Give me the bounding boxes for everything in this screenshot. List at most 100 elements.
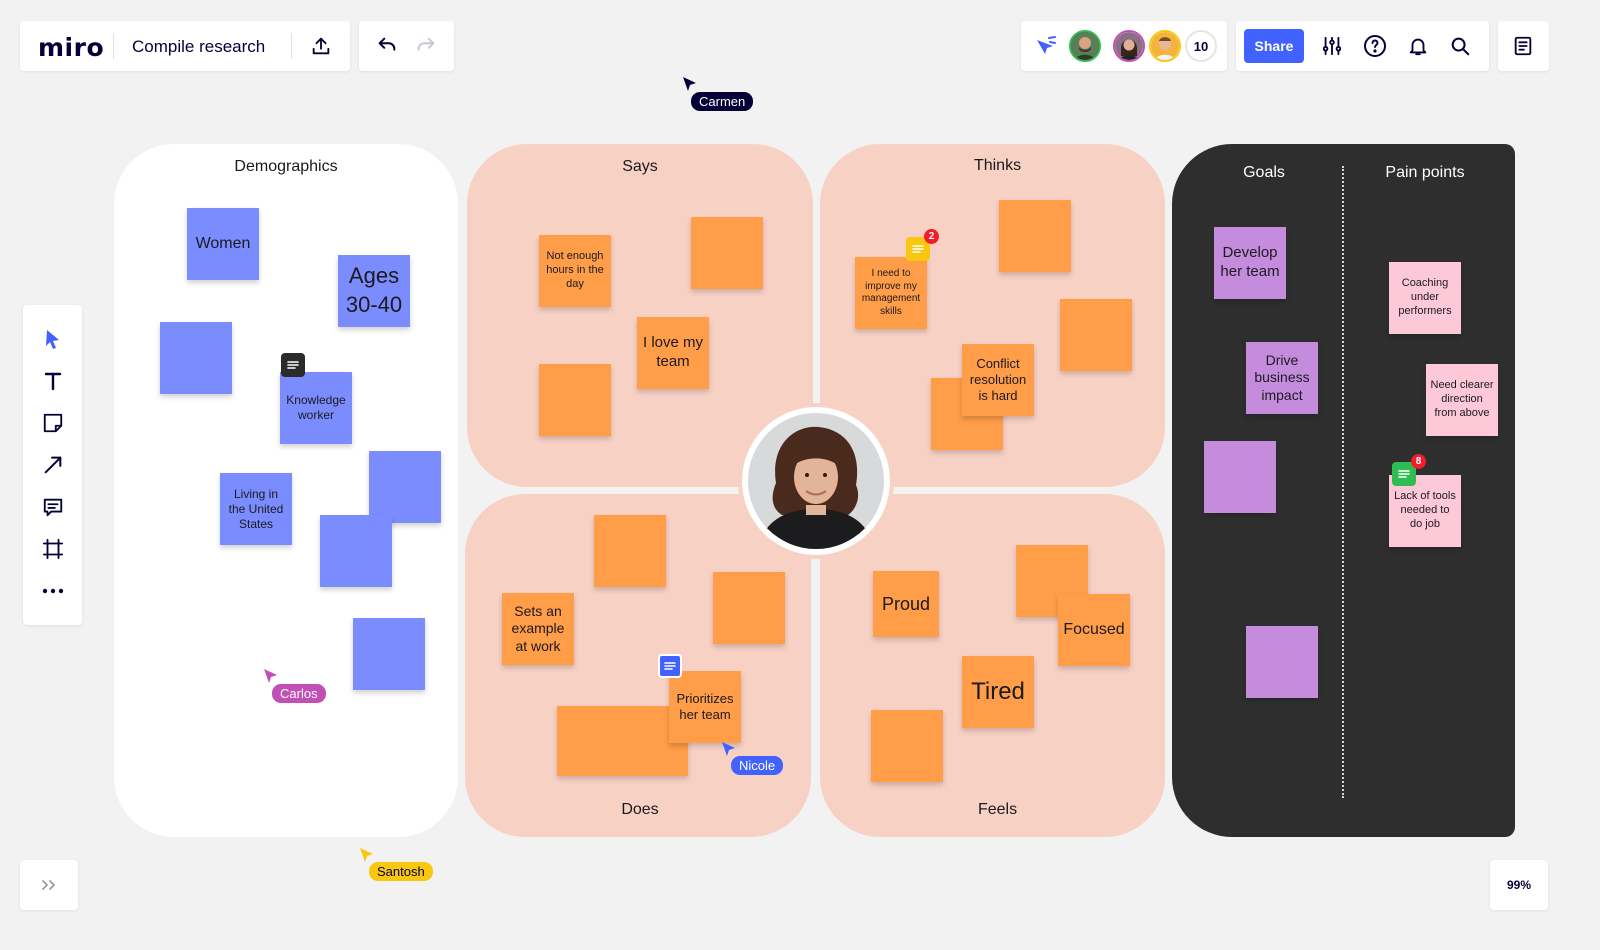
avatar[interactable] xyxy=(1149,30,1181,62)
sticky-note-knowledge-worker[interactable]: Knowledge worker xyxy=(280,372,352,444)
sliders-icon xyxy=(1322,36,1342,56)
settings-button[interactable] xyxy=(1320,34,1344,58)
document-icon xyxy=(1514,36,1532,56)
persona-photo[interactable] xyxy=(738,403,894,559)
sticky-note-tired[interactable]: Tired xyxy=(962,656,1034,728)
pointer-icon xyxy=(46,330,59,349)
follow-cursor-button[interactable] xyxy=(1033,34,1059,58)
comment-icon xyxy=(664,662,676,670)
actions-panel: Share xyxy=(1236,21,1489,71)
comment-tool[interactable] xyxy=(37,491,69,523)
sticky-note-tool[interactable] xyxy=(37,407,69,439)
sticky-note-proud[interactable]: Proud xyxy=(873,571,939,637)
sticky-note[interactable] xyxy=(539,364,611,436)
search-button[interactable] xyxy=(1448,34,1472,58)
more-icon xyxy=(42,588,64,594)
share-button[interactable]: Share xyxy=(1244,29,1304,63)
comment-marker[interactable] xyxy=(281,353,305,377)
sticky-note-drive-impact[interactable]: Drive business impact xyxy=(1246,342,1318,414)
sticky-note[interactable] xyxy=(160,322,232,394)
sticky-note[interactable] xyxy=(713,572,785,644)
sticky-note[interactable] xyxy=(320,515,392,587)
comment-icon xyxy=(912,245,924,253)
sticky-note-focused[interactable]: Focused xyxy=(1058,594,1130,666)
undo-icon xyxy=(378,37,396,51)
sticky-note[interactable] xyxy=(1204,441,1276,513)
arrow-icon xyxy=(44,456,62,474)
export-button[interactable] xyxy=(308,33,334,59)
comment-marker[interactable] xyxy=(658,654,682,678)
notes-button[interactable] xyxy=(1511,34,1535,58)
sticky-note[interactable] xyxy=(594,515,666,587)
sticky-note[interactable] xyxy=(1246,626,1318,698)
feels-title: Feels xyxy=(977,801,1018,818)
expand-panel-button[interactable] xyxy=(20,860,78,910)
zoom-level[interactable]: 99% xyxy=(1490,860,1548,910)
sticky-note-clearer-direction[interactable]: Need clearer direction from above xyxy=(1426,364,1498,436)
divider xyxy=(291,33,292,59)
cursor-arrow-icon xyxy=(722,742,735,756)
column-divider xyxy=(1342,166,1344,798)
pain-points-title: Pain points xyxy=(1385,164,1465,181)
connector-tool[interactable] xyxy=(37,449,69,481)
redo-button[interactable] xyxy=(414,34,438,58)
board-title[interactable]: Compile research xyxy=(132,37,265,57)
sticky-note[interactable] xyxy=(691,217,763,289)
chevrons-right-icon xyxy=(42,880,55,890)
frame-tool[interactable] xyxy=(37,533,69,565)
sticky-note-ages[interactable]: Ages 30-40 xyxy=(338,255,410,327)
text-icon xyxy=(44,372,62,391)
cursor-arrow-icon xyxy=(683,77,696,91)
notes-panel xyxy=(1498,21,1549,71)
sticky-note-prioritizes-team[interactable]: Prioritizes her team xyxy=(669,671,741,743)
sticky-note[interactable] xyxy=(369,451,441,523)
sticky-note[interactable] xyxy=(999,200,1071,272)
sticky-note-love-team[interactable]: I love my team xyxy=(637,317,709,389)
sticky-note-sets-example[interactable]: Sets an example at work xyxy=(502,593,574,665)
comment-icon xyxy=(287,361,299,369)
avatar[interactable] xyxy=(1113,30,1145,62)
person-photo-icon xyxy=(1071,32,1099,60)
sticky-note[interactable] xyxy=(871,710,943,782)
comment-count-badge: 8 xyxy=(1411,454,1426,469)
text-tool[interactable] xyxy=(37,365,69,397)
cursor-arrow-icon xyxy=(264,669,277,683)
undo-button[interactable] xyxy=(375,34,399,58)
demographics-title: Demographics xyxy=(234,158,338,175)
does-title: Does xyxy=(621,801,659,818)
collaborators-panel: 10 xyxy=(1021,21,1227,71)
sticky-note-not-enough-hours[interactable]: Not enough hours in the day xyxy=(539,235,611,307)
upload-icon xyxy=(312,37,330,55)
cursor-arrow-icon xyxy=(360,848,373,862)
person-photo-icon xyxy=(1115,32,1143,60)
sticky-note-living-us[interactable]: Living in the United States xyxy=(220,473,292,545)
sticky-note-conflict-resolution[interactable]: Conflict resolution is hard xyxy=(962,344,1034,416)
help-button[interactable] xyxy=(1363,34,1387,58)
says-title: Says xyxy=(622,158,658,175)
search-icon xyxy=(1451,37,1470,56)
sticky-note[interactable] xyxy=(353,618,425,690)
cursor-label-carmen: Carmen xyxy=(691,92,754,111)
goals-title: Goals xyxy=(1243,164,1285,181)
sticky-note-improve-management[interactable]: I need to improve my management skills xyxy=(855,257,927,329)
cursor-label-santosh: Santosh xyxy=(369,862,433,881)
sticky-note-women[interactable]: Women xyxy=(187,208,259,280)
sticky-note-coaching[interactable]: Coaching under performers xyxy=(1389,262,1461,334)
history-controls xyxy=(359,21,454,71)
board-header: miro Compile research xyxy=(20,21,350,71)
person-photo-icon xyxy=(1151,32,1179,60)
cursor-label-nicole: Nicole xyxy=(731,756,784,775)
persona-avatar-icon xyxy=(748,413,884,549)
select-tool[interactable] xyxy=(37,323,69,355)
avatar[interactable] xyxy=(1069,30,1101,62)
more-tools-button[interactable] xyxy=(37,575,69,607)
sticky-note-develop-team[interactable]: Develop her team xyxy=(1214,227,1286,299)
sticky-note[interactable] xyxy=(1060,299,1132,371)
notifications-button[interactable] xyxy=(1406,34,1430,58)
thinks-title: Thinks xyxy=(973,157,1022,174)
collaborator-count[interactable]: 10 xyxy=(1185,30,1217,62)
tool-sidebar xyxy=(23,305,82,625)
miro-logo[interactable]: miro xyxy=(38,33,104,62)
redo-icon xyxy=(417,37,435,51)
divider xyxy=(113,33,114,59)
